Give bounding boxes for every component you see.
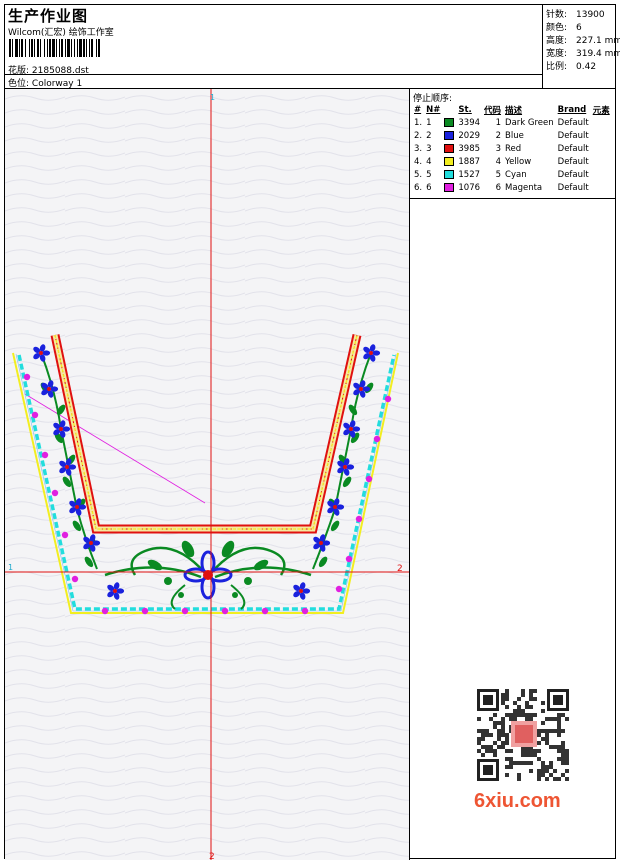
embroidery-preview: 1 2 1 2 bbox=[5, 89, 409, 860]
cell-num: 5. bbox=[414, 169, 423, 180]
cell-st: 2029 bbox=[458, 130, 481, 141]
cell-code: 2 bbox=[495, 130, 502, 141]
cell-num: 4. bbox=[414, 156, 423, 167]
cell-elem bbox=[591, 142, 612, 155]
color-swatch bbox=[444, 182, 455, 192]
cell-num: 2. bbox=[414, 130, 423, 141]
cell-code: 1 bbox=[495, 117, 502, 128]
cell-st: 3985 bbox=[458, 143, 481, 154]
cell-desc: Blue bbox=[505, 130, 524, 141]
cell-num: 6. bbox=[414, 182, 423, 193]
cell-num: 3. bbox=[414, 143, 423, 154]
cell-st: 3394 bbox=[458, 117, 481, 128]
cell-elem bbox=[591, 168, 612, 181]
color-swatch bbox=[444, 117, 455, 127]
stat-height: 高度: 227.1 mm bbox=[546, 36, 620, 46]
fabric-texture bbox=[5, 89, 409, 860]
table-row[interactable]: 2. 2 2029 2 Blue Default bbox=[412, 129, 612, 142]
cell-n: 6 bbox=[426, 182, 432, 193]
stat-colors: 颜色: 6 bbox=[546, 23, 582, 33]
design-canvas[interactable]: 1 2 1 2 bbox=[5, 89, 410, 860]
cell-desc: Dark Green bbox=[505, 117, 554, 128]
cell-elem bbox=[591, 181, 612, 194]
color-swatch bbox=[444, 169, 455, 179]
cell-elem bbox=[591, 116, 612, 129]
cell-st: 1076 bbox=[458, 182, 481, 193]
design-file-label: 花版: bbox=[8, 66, 30, 76]
cell-brand: Default bbox=[557, 130, 589, 141]
cell-brand: Default bbox=[557, 143, 589, 154]
cell-code: 3 bbox=[495, 143, 502, 154]
axis-label-bottom: 2 bbox=[209, 852, 215, 860]
stat-stitches: 针数: 13900 bbox=[546, 10, 605, 20]
design-file-value: 2185088.dst bbox=[31, 66, 89, 76]
stats-panel: 针数: 13900 颜色: 6 高度: 227.1 mm 宽度: 319.4 mm 比例… bbox=[542, 5, 620, 89]
cell-st: 1887 bbox=[458, 156, 481, 167]
stat-scale: 比例: 0.42 bbox=[546, 62, 597, 72]
table-row[interactable]: 6. 6 1076 6 Magenta Default bbox=[412, 181, 612, 194]
barcode bbox=[9, 39, 143, 57]
cell-elem bbox=[591, 155, 612, 168]
qr-code bbox=[471, 683, 575, 787]
cell-n: 3 bbox=[426, 143, 432, 154]
cell-brand: Default bbox=[557, 117, 589, 128]
studio-subtitle: Wilcom(汇宏) 绘饰工作室 bbox=[8, 28, 114, 38]
cell-brand: Default bbox=[557, 182, 589, 193]
cell-st: 1527 bbox=[458, 169, 481, 180]
stat-width: 宽度: 319.4 mm bbox=[546, 49, 620, 59]
cell-n: 1 bbox=[426, 117, 432, 128]
axis-label-top: 1 bbox=[210, 93, 215, 102]
cell-brand: Default bbox=[557, 156, 589, 167]
cell-code: 6 bbox=[495, 182, 502, 193]
table-row[interactable]: 4. 4 1887 4 Yellow Default bbox=[412, 155, 612, 168]
cell-brand: Default bbox=[557, 169, 589, 180]
color-swatch bbox=[444, 143, 455, 153]
cell-n: 4 bbox=[426, 156, 432, 167]
header-panel: 生产作业图 Wilcom(汇宏) 绘饰工作室 花版: 2185088.dst 色… bbox=[5, 5, 542, 89]
cell-desc: Magenta bbox=[505, 182, 543, 193]
watermark-logo: 6xiu.com bbox=[474, 790, 561, 812]
cell-desc: Yellow bbox=[505, 156, 532, 167]
color-swatch bbox=[444, 130, 455, 140]
cell-desc: Cyan bbox=[505, 169, 527, 180]
cell-elem bbox=[591, 129, 612, 142]
colorway-value: Colorway 1 bbox=[31, 79, 83, 89]
cell-n: 5 bbox=[426, 169, 432, 180]
cell-desc: Red bbox=[505, 143, 522, 154]
table-row[interactable]: 5. 5 1527 5 Cyan Default bbox=[412, 168, 612, 181]
color-table-header: # N# St. 代码 描述 Brand 元素 bbox=[414, 104, 610, 116]
cell-num: 1. bbox=[414, 117, 423, 128]
page-title: 生产作业图 bbox=[8, 7, 89, 25]
axis-label-right: 2 bbox=[397, 564, 403, 574]
colorway-label: 色位: bbox=[8, 79, 30, 89]
table-row[interactable]: 1. 1 3394 1 Dark Green Default bbox=[412, 116, 612, 129]
table-row[interactable]: 3. 3 3985 3 Red Default bbox=[412, 142, 612, 155]
cell-code: 5 bbox=[495, 169, 502, 180]
colorway: 色位: Colorway 1 bbox=[8, 76, 82, 89]
cell-n: 2 bbox=[426, 130, 432, 141]
color-swatch bbox=[444, 156, 455, 166]
color-table: # N# St. 代码 描述 Brand 元素 1. 1 3394 1 Dark Gre… bbox=[412, 103, 612, 194]
cell-code: 4 bbox=[495, 156, 502, 167]
design-file: 花版: 2185088.dst bbox=[8, 63, 89, 76]
axis-label-left: 1 bbox=[8, 563, 13, 572]
